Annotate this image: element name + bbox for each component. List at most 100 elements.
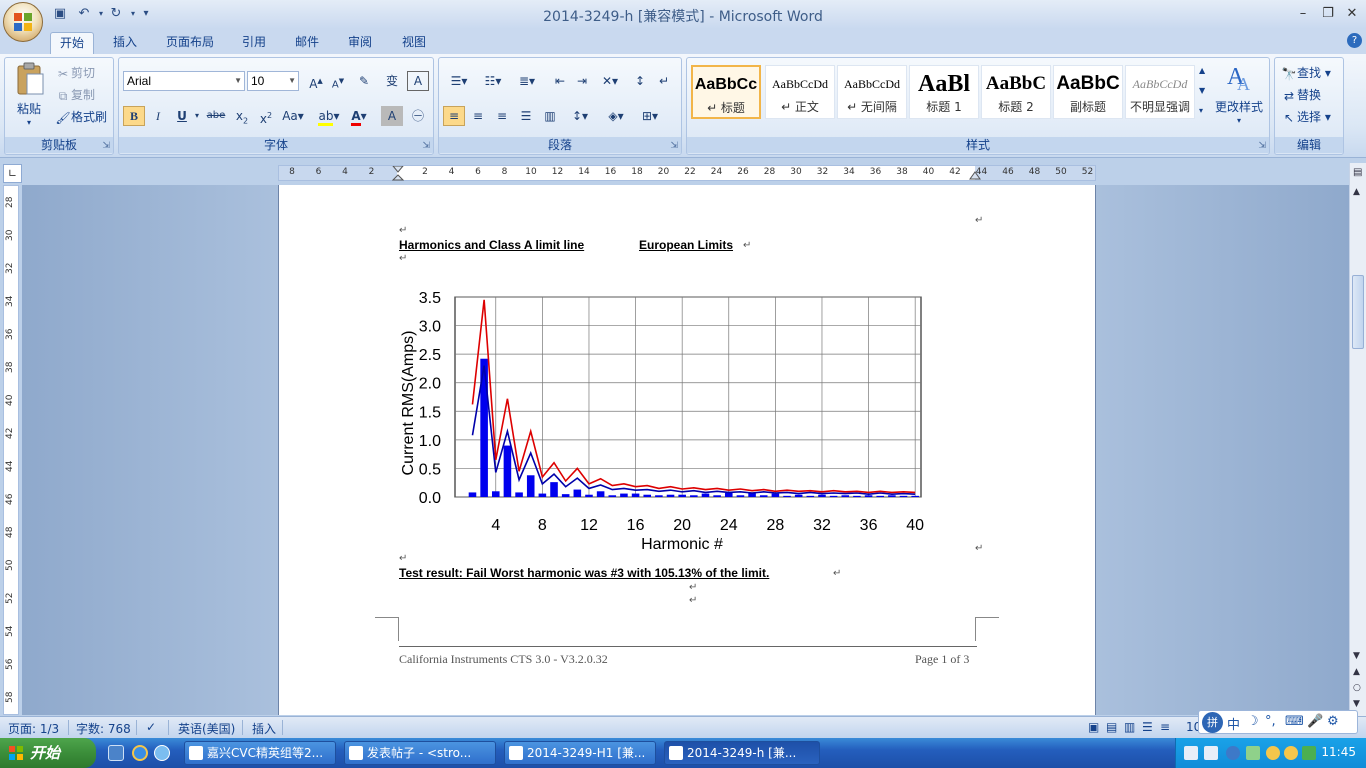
phonetic-guide-button[interactable]: 变 bbox=[381, 71, 403, 91]
chinese-layout-button[interactable]: ✕▾ bbox=[595, 71, 625, 91]
scroll-up-icon[interactable]: ▲ bbox=[1353, 187, 1360, 197]
grow-font-button[interactable]: A▲ bbox=[305, 71, 327, 91]
find-button[interactable]: 🔭查找 ▾ bbox=[1281, 64, 1331, 82]
tab-references[interactable]: 引用 bbox=[234, 32, 274, 54]
network-icon[interactable] bbox=[1246, 746, 1260, 760]
styles-launcher-icon[interactable]: ⇲ bbox=[1258, 141, 1266, 151]
task-word-doc-h1[interactable]: 2014-3249-H1 [兼... bbox=[504, 741, 656, 765]
cut-button[interactable]: ✂ 剪切 bbox=[55, 64, 95, 82]
punctuation-icon[interactable]: °, bbox=[1265, 714, 1276, 729]
copy-button[interactable]: ⧉ 复制 bbox=[55, 86, 95, 104]
full-screen-view-icon[interactable]: ▤ bbox=[1106, 720, 1117, 734]
qq-tray-icon-2[interactable] bbox=[1284, 746, 1298, 760]
task-browser-post[interactable]: 发表帖子 - <stro... bbox=[344, 741, 496, 765]
sort-button[interactable]: ↕ bbox=[629, 71, 651, 91]
indent-marker-icon[interactable] bbox=[392, 166, 404, 182]
scroll-thumb[interactable] bbox=[1352, 275, 1364, 349]
microphone-icon[interactable]: 🎤 bbox=[1307, 714, 1323, 729]
font-launcher-icon[interactable]: ⇲ bbox=[422, 141, 430, 151]
multilevel-list-button[interactable]: ≣▾ bbox=[511, 71, 543, 91]
start-button[interactable]: 开始 bbox=[0, 738, 96, 768]
ime-logo-icon[interactable]: 拼 bbox=[1202, 712, 1223, 733]
scroll-down-icon[interactable]: ▼ bbox=[1353, 651, 1360, 661]
ie-icon[interactable] bbox=[132, 745, 148, 761]
underline-button[interactable]: U bbox=[171, 106, 193, 126]
show-marks-button[interactable]: ↵ bbox=[653, 71, 675, 91]
format-painter-button[interactable]: 🖌格式刷 bbox=[55, 108, 107, 126]
justify-button[interactable]: ☰ bbox=[515, 106, 537, 126]
replace-button[interactable]: ⇄ 替换 bbox=[1281, 86, 1321, 104]
spell-check-icon[interactable]: ✓ bbox=[146, 720, 156, 734]
line-spacing-button[interactable]: ↕▾ bbox=[565, 106, 595, 126]
decrease-indent-button[interactable]: ⇤ bbox=[549, 71, 571, 91]
paragraph-launcher-icon[interactable]: ⇲ bbox=[670, 141, 678, 151]
task-qq-group[interactable]: 嘉兴CVC精英组等2... bbox=[184, 741, 336, 765]
align-center-button[interactable]: ≡ bbox=[467, 106, 489, 126]
language-indicator[interactable]: 英语(美国) bbox=[178, 720, 235, 737]
change-styles-dropdown-icon[interactable]: ▾ bbox=[1237, 116, 1241, 125]
style-subtitle[interactable]: AaBbC 副标题 bbox=[1053, 65, 1123, 119]
ime-tray-icon[interactable] bbox=[1184, 746, 1198, 760]
restore-button[interactable]: ❐ bbox=[1317, 5, 1339, 23]
browser-icon[interactable] bbox=[154, 745, 170, 761]
horizontal-ruler[interactable]: 8 6 4 2 2 4 6 8 10 12 14 16 18 20 22 24 26 28 30 32 34 36 38 40… bbox=[278, 165, 1096, 181]
increase-indent-button[interactable]: ⇥ bbox=[571, 71, 593, 91]
help-tray-icon[interactable] bbox=[1204, 746, 1218, 760]
insert-mode[interactable]: 插入 bbox=[252, 720, 276, 737]
chinese-mode-icon[interactable]: 中 bbox=[1227, 714, 1240, 733]
task-word-doc-h[interactable]: 2014-3249-h [兼... bbox=[664, 741, 820, 765]
highlight-button[interactable]: ab▾ bbox=[315, 106, 343, 126]
web-layout-view-icon[interactable]: ▥ bbox=[1124, 720, 1135, 734]
vertical-scrollbar[interactable]: ▤ ▲ ▼ ▲ ○ ▼ bbox=[1349, 163, 1366, 716]
paste-dropdown-icon[interactable]: ▾ bbox=[27, 118, 31, 127]
bold-button[interactable]: B bbox=[123, 106, 145, 126]
style-no-spacing[interactable]: AaBbCcDd ↵ 无间隔 bbox=[837, 65, 907, 119]
keyboard-icon[interactable]: ⌨ bbox=[1285, 714, 1304, 729]
strikethrough-button[interactable]: abe bbox=[205, 106, 227, 126]
outline-view-icon[interactable]: ☰ bbox=[1142, 720, 1153, 734]
ime-toolbar[interactable]: 拼 中 ☽ °, ⌨ 🎤 ⚙ bbox=[1198, 710, 1358, 734]
page-count[interactable]: 页面: 1/3 bbox=[8, 720, 59, 737]
font-color-button[interactable]: A▾ bbox=[345, 106, 373, 126]
document-page[interactable]: ↵ ↵ Harmonics and Class A limit line Eur… bbox=[278, 185, 1096, 715]
select-button[interactable]: ↖ 选择 ▾ bbox=[1281, 108, 1331, 126]
style-title[interactable]: AaBbCc ↵ 标题 bbox=[691, 65, 761, 119]
align-right-button[interactable]: ≡ bbox=[491, 106, 513, 126]
qq-tray-icon[interactable] bbox=[1266, 746, 1280, 760]
word-count[interactable]: 字数: 768 bbox=[76, 720, 131, 737]
style-heading-2[interactable]: AaBbC 标题 2 bbox=[981, 65, 1051, 119]
style-heading-1[interactable]: AaBl 标题 1 bbox=[909, 65, 979, 119]
style-subtle-emphasis[interactable]: AaBbCcDd 不明显强调 bbox=[1125, 65, 1195, 119]
gear-icon[interactable]: ⚙ bbox=[1327, 714, 1339, 729]
right-indent-marker-icon[interactable] bbox=[969, 171, 981, 181]
browse-object-icon[interactable]: ○ bbox=[1353, 683, 1361, 693]
font-name-combo[interactable]: Arial ▼ bbox=[123, 71, 245, 91]
numbering-button[interactable]: ☷▾ bbox=[477, 71, 509, 91]
align-left-button[interactable]: ≡ bbox=[443, 106, 465, 126]
italic-button[interactable]: I bbox=[147, 106, 169, 126]
clipboard-launcher-icon[interactable]: ⇲ bbox=[102, 141, 110, 151]
moon-icon[interactable]: ☽ bbox=[1247, 714, 1259, 729]
tab-mailings[interactable]: 邮件 bbox=[287, 32, 327, 54]
shading-button[interactable]: ◈▾ bbox=[601, 106, 631, 126]
superscript-button[interactable]: x2 bbox=[255, 106, 277, 126]
distributed-button[interactable]: ▥ bbox=[539, 106, 561, 126]
borders-button[interactable]: ⊞▾ bbox=[635, 106, 665, 126]
tab-selector-button[interactable]: ∟ bbox=[3, 164, 22, 183]
change-styles-button[interactable]: 更改样式 bbox=[1215, 98, 1263, 115]
styles-scroll-up-icon[interactable]: ▲ bbox=[1199, 66, 1205, 75]
close-button[interactable]: ✕ bbox=[1341, 5, 1363, 23]
prev-page-icon[interactable]: ▲ bbox=[1353, 667, 1360, 677]
shrink-font-button[interactable]: A▼ bbox=[327, 71, 349, 91]
office-button[interactable] bbox=[3, 2, 43, 42]
styles-more-icon[interactable]: ▾ bbox=[1199, 106, 1203, 115]
minimize-button[interactable]: – bbox=[1292, 5, 1314, 23]
tab-review[interactable]: 审阅 bbox=[340, 32, 380, 54]
print-layout-view-icon[interactable]: ▣ bbox=[1088, 720, 1099, 734]
tab-insert[interactable]: 插入 bbox=[104, 32, 146, 54]
ruler-toggle-icon[interactable]: ▤ bbox=[1353, 167, 1362, 178]
paste-button[interactable]: 粘贴 bbox=[17, 100, 41, 117]
clear-format-button[interactable]: ✎ bbox=[353, 71, 375, 91]
char-border-button[interactable]: A bbox=[407, 71, 429, 91]
security-icon[interactable] bbox=[1302, 746, 1316, 760]
